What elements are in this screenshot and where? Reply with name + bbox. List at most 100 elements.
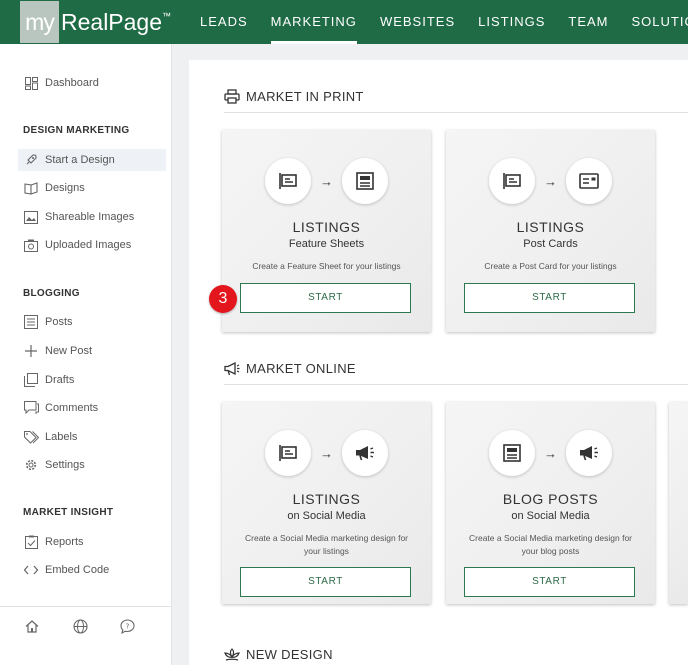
card-icon-row: → bbox=[446, 158, 655, 204]
myrealpage-logo[interactable]: my RealPage ™ bbox=[20, 0, 171, 44]
section-title-text: MARKET IN PRINT bbox=[246, 89, 364, 104]
post-card-icon bbox=[566, 158, 612, 204]
card-title: LISTINGS bbox=[292, 491, 361, 507]
sidebar-item-label: Uploaded Images bbox=[45, 239, 132, 251]
start-feature-sheets-button[interactable]: START bbox=[240, 283, 411, 313]
drafts-icon bbox=[22, 373, 40, 387]
section-divider bbox=[224, 112, 688, 113]
nav-leads[interactable]: LEADS bbox=[200, 0, 248, 44]
card-subtitle: on Social Media bbox=[287, 510, 366, 522]
logo-trademark: ™ bbox=[162, 11, 172, 21]
arrow-right-icon: → bbox=[320, 445, 333, 461]
nav-listings[interactable]: LISTINGS bbox=[478, 0, 545, 44]
printer-icon bbox=[224, 89, 240, 104]
sidebar-heading-blogging: BLOGGING bbox=[23, 288, 80, 299]
listing-flag-icon bbox=[265, 158, 311, 204]
tag-icon bbox=[22, 430, 40, 444]
section-divider bbox=[224, 384, 688, 385]
card-description: Create a Feature Sheet for your listings bbox=[252, 261, 401, 271]
plus-icon bbox=[22, 345, 40, 357]
sidebar-item-designs[interactable]: Designs bbox=[18, 177, 166, 199]
sidebar-item-label: Labels bbox=[45, 431, 78, 443]
sidebar-item-label: Designs bbox=[45, 182, 85, 194]
svg-text:?: ? bbox=[125, 622, 129, 630]
sidebar-item-label: Embed Code bbox=[45, 564, 110, 576]
nav-team[interactable]: TEAM bbox=[568, 0, 608, 44]
sidebar-item-label: New Post bbox=[45, 345, 93, 357]
sidebar: Dashboard DESIGN MARKETING Start a Desig… bbox=[0, 44, 172, 665]
lotus-icon bbox=[224, 647, 240, 662]
sidebar-item-uploaded-images[interactable]: Uploaded Images bbox=[18, 234, 166, 256]
sidebar-item-embed-code[interactable]: Embed Code bbox=[18, 559, 166, 581]
start-blog-social-button[interactable]: START bbox=[464, 567, 635, 597]
start-listings-social-button[interactable]: START bbox=[240, 567, 411, 597]
sidebar-item-new-post[interactable]: New Post bbox=[18, 340, 166, 362]
image-icon bbox=[22, 210, 40, 224]
sidebar-item-label: Shareable Images bbox=[45, 211, 135, 223]
book-icon bbox=[22, 181, 40, 195]
listing-flag-icon bbox=[265, 430, 311, 476]
sidebar-item-label: Settings bbox=[45, 459, 85, 471]
rocket-icon bbox=[22, 153, 40, 167]
main-content: MARKET IN PRINT → LISTINGS Feature Sheet… bbox=[189, 60, 688, 665]
dashboard-icon bbox=[22, 76, 40, 90]
sidebar-item-label: Comments bbox=[45, 402, 99, 414]
top-navbar: my RealPage ™ LEADS MARKETING WEBSITES L… bbox=[0, 0, 688, 44]
comments-icon bbox=[22, 401, 40, 415]
start-post-cards-button[interactable]: START bbox=[464, 283, 635, 313]
nav-websites[interactable]: WEBSITES bbox=[380, 0, 455, 44]
sidebar-item-label: Dashboard bbox=[45, 77, 99, 89]
home-icon[interactable] bbox=[23, 617, 41, 635]
arrow-right-icon: → bbox=[320, 173, 333, 189]
section-title-print: MARKET IN PRINT bbox=[224, 89, 364, 104]
card-title: LISTINGS bbox=[516, 219, 585, 235]
sidebar-item-label: Posts bbox=[45, 316, 73, 328]
sidebar-item-posts[interactable]: Posts bbox=[18, 311, 166, 333]
logo-name: RealPage bbox=[61, 8, 163, 35]
main-nav: LEADS MARKETING WEBSITES LISTINGS TEAM S… bbox=[200, 0, 688, 44]
card-subtitle: on Social Media bbox=[511, 510, 590, 522]
card-listings-social: → LISTINGS on Social Media Create a Soci… bbox=[222, 402, 431, 604]
section-title-online: MARKET ONLINE bbox=[224, 361, 356, 376]
sidebar-heading-insight: MARKET INSIGHT bbox=[23, 507, 114, 518]
nav-solutions[interactable]: SOLUTIONS bbox=[632, 0, 688, 44]
arrow-right-icon: → bbox=[544, 173, 557, 189]
card-icon-row: → bbox=[446, 430, 655, 476]
section-title-text: MARKET ONLINE bbox=[246, 361, 356, 376]
sidebar-item-shareable-images[interactable]: Shareable Images bbox=[18, 206, 166, 228]
card-description: Create a Post Card for your listings bbox=[484, 261, 617, 271]
card-icon-row: → bbox=[222, 158, 431, 204]
nav-marketing[interactable]: MARKETING bbox=[270, 0, 358, 44]
sidebar-item-start-design[interactable]: Start a Design bbox=[18, 149, 166, 171]
sidebar-heading-design: DESIGN MARKETING bbox=[23, 125, 130, 136]
card-icon-row: → bbox=[222, 430, 431, 476]
sidebar-item-settings[interactable]: Settings bbox=[18, 454, 166, 476]
sidebar-item-label: Start a Design bbox=[45, 154, 115, 166]
sidebar-item-dashboard[interactable]: Dashboard bbox=[18, 72, 166, 94]
globe-icon[interactable] bbox=[71, 617, 89, 635]
social-megaphone-icon bbox=[566, 430, 612, 476]
sidebar-item-reports[interactable]: Reports bbox=[18, 531, 166, 553]
card-feature-sheets: → LISTINGS Feature Sheets Create a Featu… bbox=[222, 130, 431, 332]
chat-help-icon[interactable]: ? bbox=[118, 617, 136, 635]
listing-flag-icon bbox=[489, 158, 535, 204]
card-title: LISTINGS bbox=[292, 219, 361, 235]
camera-icon bbox=[22, 239, 40, 252]
card-blog-social: → BLOG POSTS on Social Media Create a So… bbox=[446, 402, 655, 604]
card-subtitle: Post Cards bbox=[523, 238, 578, 250]
code-icon bbox=[22, 565, 40, 575]
sidebar-item-labels[interactable]: Labels bbox=[18, 426, 166, 448]
blog-post-icon bbox=[489, 430, 535, 476]
card-description: Create a Social Media marketing design f… bbox=[469, 533, 632, 556]
card-title: BLOG POSTS bbox=[502, 491, 599, 507]
megaphone-icon bbox=[224, 361, 240, 376]
sidebar-item-label: Reports bbox=[45, 536, 84, 548]
posts-icon bbox=[22, 315, 40, 329]
clipboard-icon bbox=[22, 535, 40, 549]
sidebar-item-drafts[interactable]: Drafts bbox=[18, 369, 166, 391]
sidebar-item-comments[interactable]: Comments bbox=[18, 397, 166, 419]
card-post-cards: → LISTINGS Post Cards Create a Post Card… bbox=[446, 130, 655, 332]
sidebar-footer: ? bbox=[0, 606, 172, 665]
card-partial-next bbox=[669, 402, 688, 604]
social-megaphone-icon bbox=[342, 430, 388, 476]
